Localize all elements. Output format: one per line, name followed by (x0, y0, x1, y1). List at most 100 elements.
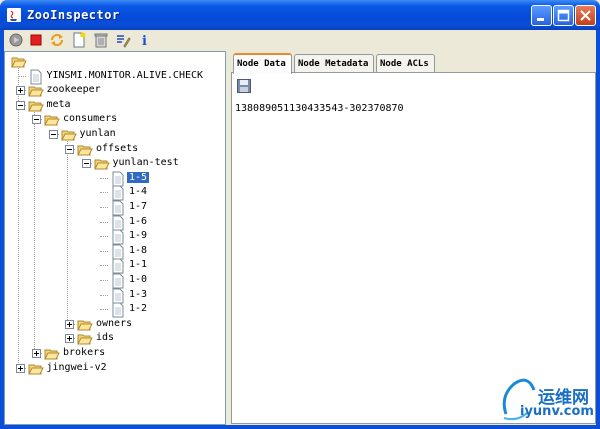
folder-open-icon (11, 57, 27, 68)
java-app-icon (7, 8, 21, 22)
about-icon[interactable]: i (137, 32, 153, 48)
collapse-icon[interactable] (65, 144, 74, 154)
refresh-icon[interactable] (49, 32, 65, 48)
tree-node-folder[interactable]: meta (5, 98, 225, 114)
tree-node-label[interactable]: 1-6 (127, 216, 149, 227)
tree-node-label[interactable]: 1-7 (127, 201, 149, 212)
tab-node-acls[interactable]: Node ACLs (376, 54, 435, 73)
window-title: ZooInspector (27, 8, 120, 22)
collapse-icon[interactable] (81, 159, 91, 169)
folder-open-icon (27, 364, 44, 375)
expand-icon[interactable] (15, 86, 25, 96)
tree-node-label[interactable]: meta (45, 99, 73, 110)
tree-node-leaf[interactable]: 1-1 (5, 258, 225, 274)
tree-node-label[interactable]: YINSMI.MONITOR.ALIVE.CHECK (45, 70, 206, 81)
document-icon (112, 229, 124, 245)
tree-node-label[interactable]: 1-9 (127, 230, 149, 241)
tree-node-label[interactable]: 1-5 (127, 171, 150, 183)
expand-icon[interactable] (32, 349, 41, 358)
expand-icon[interactable] (15, 363, 25, 373)
tree-node-label[interactable]: consumers (61, 113, 119, 124)
save-icon[interactable] (237, 79, 251, 93)
tree-node-label[interactable]: owners (94, 318, 134, 329)
connect-icon[interactable] (8, 32, 24, 48)
folder-open-icon (60, 130, 77, 141)
tree-node-label[interactable]: jingwei-v2 (45, 362, 109, 373)
tree-node-leaf[interactable]: 1-4 (5, 185, 225, 201)
tree-node-label[interactable]: brokers (61, 347, 107, 358)
add-node-icon[interactable] (71, 32, 87, 48)
watermark-text-url: iyunv.com (520, 404, 594, 419)
delete-node-icon[interactable] (93, 32, 109, 48)
node-data-value[interactable]: 138089051130433543-302370870 (235, 103, 404, 114)
tree-node-label[interactable]: 1-3 (127, 289, 149, 300)
svg-text:i: i (142, 34, 147, 48)
tab-node-metadata[interactable]: Node Metadata (294, 54, 374, 73)
tree-node-label[interactable]: yunlan-test (111, 157, 181, 168)
edit-icon[interactable] (115, 32, 131, 48)
folder-open-icon (44, 349, 60, 360)
tree-node-folder[interactable]: owners (5, 317, 225, 333)
tree-node-label[interactable]: 1-4 (127, 186, 149, 197)
close-button[interactable] (575, 5, 596, 26)
tree-node-label[interactable]: 1-0 (127, 274, 149, 285)
tree-node-label[interactable]: 1-2 (127, 303, 149, 314)
document-icon (112, 288, 124, 304)
disconnect-icon[interactable] (28, 32, 44, 48)
document-icon (112, 302, 124, 318)
folder-open-icon (27, 86, 44, 97)
tree-node-folder[interactable]: consumers (5, 112, 225, 128)
folder-open-icon (93, 159, 110, 170)
title-bar[interactable]: ZooInspector (0, 0, 600, 30)
collapse-icon[interactable] (32, 115, 41, 125)
tree-node-leaf[interactable]: 1-7 (5, 200, 225, 216)
minimize-button[interactable] (531, 5, 552, 26)
tree-node-folder[interactable]: offsets (5, 142, 225, 158)
toolbar: i (4, 30, 596, 50)
collapse-icon[interactable] (15, 100, 25, 110)
node-data-pane: 138089051130433543-302370870 (231, 72, 596, 424)
tree-node-leaf[interactable]: 1-2 (5, 302, 225, 318)
tree-node-folder[interactable]: jingwei-v2 (5, 361, 225, 377)
node-tree[interactable]: YINSMI.MONITOR.ALIVE.CHECK zookeeper meta c… (4, 51, 226, 425)
tree-node-folder[interactable]: yunlan-test (5, 156, 225, 172)
tree-node-folder[interactable]: brokers (5, 346, 225, 362)
folder-open-icon (77, 334, 93, 345)
collapse-icon[interactable] (48, 130, 58, 139)
expand-icon[interactable] (65, 319, 74, 329)
tree-node-label[interactable]: yunlan (78, 128, 118, 139)
tree-node-folder[interactable]: yunlan (5, 127, 225, 143)
tree-node-leaf[interactable]: 1-6 (5, 215, 225, 231)
document-icon (112, 200, 124, 216)
folder-open-icon (77, 320, 93, 331)
document-icon (112, 171, 124, 187)
tree-node-label[interactable]: 1-1 (127, 259, 149, 270)
tree-node-folder[interactable]: zookeeper (5, 83, 225, 99)
tree-node-leaf[interactable]: 1-9 (5, 229, 225, 245)
tree-node-label[interactable]: zookeeper (45, 84, 103, 95)
document-icon (112, 258, 124, 274)
document-icon (112, 273, 124, 289)
document-icon (30, 69, 41, 85)
tree-node-folder[interactable] (5, 54, 225, 70)
tree-node-label[interactable]: 1-8 (127, 245, 149, 256)
minimize-icon (537, 18, 544, 21)
tab-node-data[interactable]: Node Data (233, 53, 292, 74)
tree-node-leaf[interactable]: 1-3 (5, 288, 225, 304)
tree-node-folder[interactable]: ids (5, 331, 225, 347)
node-viewer-panel: Node Data Node Metadata Node ACLs 138089… (231, 51, 596, 425)
folder-open-icon (27, 101, 44, 112)
expand-icon[interactable] (65, 334, 74, 344)
tree-node-label[interactable]: ids (94, 332, 116, 343)
tree-node-leaf[interactable]: YINSMI.MONITOR.ALIVE.CHECK (5, 69, 225, 85)
tree-node-leaf[interactable]: 1-5 (5, 171, 225, 187)
maximize-icon (557, 9, 570, 22)
document-icon (112, 185, 124, 201)
close-icon (580, 10, 591, 21)
tree-node-label[interactable]: offsets (94, 143, 140, 154)
tree-node-leaf[interactable]: 1-8 (5, 244, 225, 260)
folder-open-icon (44, 115, 60, 126)
maximize-button[interactable] (553, 5, 574, 26)
folder-open-icon (77, 145, 93, 156)
tree-node-leaf[interactable]: 1-0 (5, 273, 225, 289)
